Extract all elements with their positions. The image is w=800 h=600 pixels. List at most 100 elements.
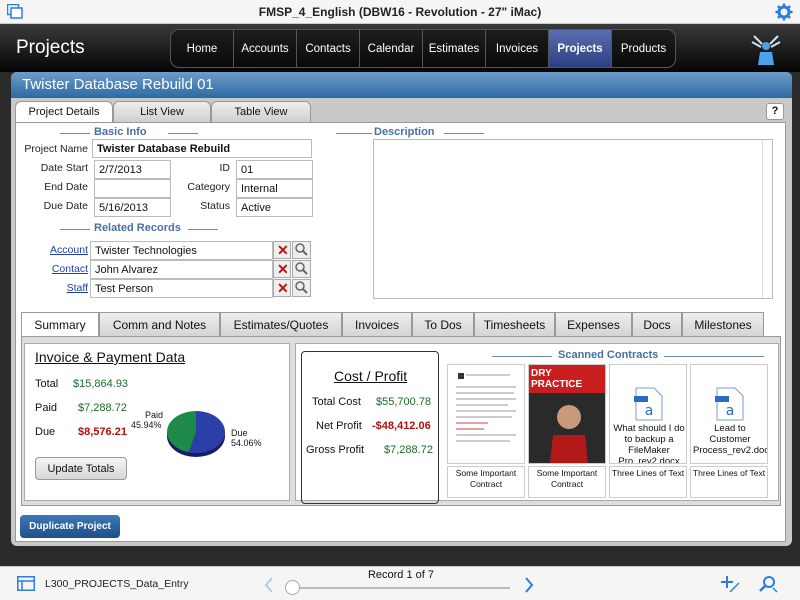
record-title: Twister Database Rebuild 01 xyxy=(11,72,792,98)
contract-caption-4: Three Lines of Text xyxy=(690,466,768,498)
staff-field[interactable]: Test Person xyxy=(90,279,273,298)
nav-invoices[interactable]: Invoices xyxy=(486,30,549,67)
close-icon: ✕ xyxy=(277,261,289,277)
divider xyxy=(444,133,484,134)
tab-docs[interactable]: Docs xyxy=(632,312,682,336)
main-panel: Twister Database Rebuild 01 Project Deta… xyxy=(11,72,792,546)
duplicate-project-button[interactable]: Duplicate Project xyxy=(20,515,120,538)
contract-caption-2: Some Important Contract xyxy=(528,466,606,498)
staff-link[interactable]: Staff xyxy=(18,282,88,294)
due-date-field[interactable]: 5/16/2013 xyxy=(94,198,171,217)
find-account-button[interactable] xyxy=(292,241,311,259)
find-icon[interactable] xyxy=(758,574,778,594)
description-scrollbar[interactable] xyxy=(762,140,772,298)
contract-thumbnail-2[interactable]: DRY PRACTICE xyxy=(528,364,606,464)
document-preview-icon xyxy=(456,373,516,442)
id-field[interactable]: 01 xyxy=(236,160,313,179)
gross-profit-label: Gross Profit xyxy=(306,444,365,456)
divider xyxy=(60,229,90,230)
project-name-field[interactable]: Twister Database Rebuild xyxy=(92,139,312,158)
contract-caption-1: Some Important Contract xyxy=(447,466,525,498)
nav-estimates[interactable]: Estimates xyxy=(423,30,486,67)
total-cost-value: $55,700.78 xyxy=(376,396,432,408)
app-header: Projects Home Accounts Contacts Calendar… xyxy=(0,24,800,72)
update-totals-button[interactable]: Update Totals xyxy=(35,457,127,480)
chevron-right-icon[interactable] xyxy=(524,577,534,593)
record-slider-thumb[interactable] xyxy=(285,580,300,595)
status-label: Status xyxy=(200,200,230,212)
record-counter: Record 1 of 7 xyxy=(367,569,435,581)
end-date-label: End Date xyxy=(44,181,88,193)
contract-thumbnail-1[interactable] xyxy=(447,364,525,464)
magnifier-icon xyxy=(295,262,308,275)
record-slider-track[interactable] xyxy=(290,587,510,589)
account-field[interactable]: Twister Technologies xyxy=(90,241,273,260)
project-name-label: Project Name xyxy=(24,143,88,155)
layout-icon[interactable] xyxy=(17,576,35,591)
invoice-payment-box: Invoice & Payment Data Total $15,864.93 … xyxy=(24,343,290,501)
docx-file-icon: a xyxy=(715,387,744,421)
find-staff-button[interactable] xyxy=(292,279,311,297)
tab-expenses[interactable]: Expenses xyxy=(555,312,632,336)
paid-label: Paid xyxy=(35,402,58,414)
category-field[interactable]: Internal xyxy=(236,179,313,198)
status-field[interactable]: Active xyxy=(236,198,313,217)
invoice-title: Invoice & Payment Data xyxy=(35,349,186,365)
new-record-icon[interactable] xyxy=(720,575,740,593)
date-start-label: Date Start xyxy=(40,162,88,174)
contract-caption-3: Three Lines of Text xyxy=(609,466,687,498)
account-link[interactable]: Account xyxy=(18,244,88,256)
scanned-contracts-heading: Scanned Contracts xyxy=(558,349,659,361)
tab-summary[interactable]: Summary xyxy=(21,312,99,336)
pie-due-label: Due xyxy=(231,428,248,438)
divider xyxy=(60,133,90,134)
main-nav: Home Accounts Contacts Calendar Estimate… xyxy=(170,29,676,68)
nav-products[interactable]: Products xyxy=(612,30,675,67)
window-title: FMSP_4_English (DBW16 - Revolution - 27"… xyxy=(258,5,542,19)
tab-comm-and-notes[interactable]: Comm and Notes xyxy=(99,312,220,336)
help-button[interactable]: ? xyxy=(766,103,784,120)
nav-accounts[interactable]: Accounts xyxy=(234,30,297,67)
contact-link[interactable]: Contact xyxy=(18,263,88,275)
contact-field[interactable]: John Alvarez xyxy=(90,260,273,279)
contract-thumbnail-4[interactable]: a Lead to Customer Process_rev2.docx xyxy=(690,364,768,464)
tab-list-view[interactable]: List View xyxy=(113,101,211,122)
svg-text:a: a xyxy=(645,403,654,419)
nav-calendar[interactable]: Calendar xyxy=(360,30,423,67)
find-contact-button[interactable] xyxy=(292,260,311,278)
pie-paid-pct: 45.94% xyxy=(131,420,162,430)
tab-milestones[interactable]: Milestones xyxy=(682,312,764,336)
layout-name[interactable]: L300_PROJECTS_Data_Entry xyxy=(45,578,189,590)
description-field[interactable] xyxy=(373,139,773,299)
tab-estimates-quotes[interactable]: Estimates/Quotes xyxy=(220,312,342,336)
contract-thumbnail-3[interactable]: a What should I do to backup a FileMaker… xyxy=(609,364,687,464)
status-toolbar: L300_PROJECTS_Data_Entry Record 1 of 7 xyxy=(0,566,800,600)
gear-icon[interactable] xyxy=(775,3,793,21)
view-tabs: Project Details List View Table View xyxy=(15,101,311,122)
nav-home[interactable]: Home xyxy=(171,30,234,67)
net-profit-label: Net Profit xyxy=(316,420,362,432)
tab-invoices[interactable]: Invoices xyxy=(342,312,412,336)
divider xyxy=(664,356,764,357)
clear-staff-button[interactable]: ✕ xyxy=(273,279,291,297)
docx-file-icon: a xyxy=(634,387,663,421)
due-date-label: Due Date xyxy=(43,200,88,212)
pie-paid-label: Paid xyxy=(145,410,164,420)
gross-profit-value: $7,288.72 xyxy=(384,444,433,456)
payment-pie-chart xyxy=(166,411,225,457)
chevron-left-icon[interactable] xyxy=(264,577,274,593)
tab-timesheets[interactable]: Timesheets xyxy=(474,312,555,336)
nav-projects[interactable]: Projects xyxy=(549,30,612,67)
tab-to-dos[interactable]: To Dos xyxy=(412,312,474,336)
date-start-field[interactable]: 2/7/2013 xyxy=(94,160,171,179)
nav-contacts[interactable]: Contacts xyxy=(297,30,360,67)
magazine-cover-photo xyxy=(529,393,605,463)
clear-account-button[interactable]: ✕ xyxy=(273,241,291,259)
tab-project-details[interactable]: Project Details xyxy=(15,101,113,122)
clear-contact-button[interactable]: ✕ xyxy=(273,260,291,278)
end-date-field[interactable] xyxy=(94,179,171,198)
id-label: ID xyxy=(219,162,231,174)
tab-table-view[interactable]: Table View xyxy=(211,101,311,122)
basic-info-heading: Basic Info xyxy=(94,126,147,138)
magazine-heading: DRY PRACTICE xyxy=(529,365,605,393)
